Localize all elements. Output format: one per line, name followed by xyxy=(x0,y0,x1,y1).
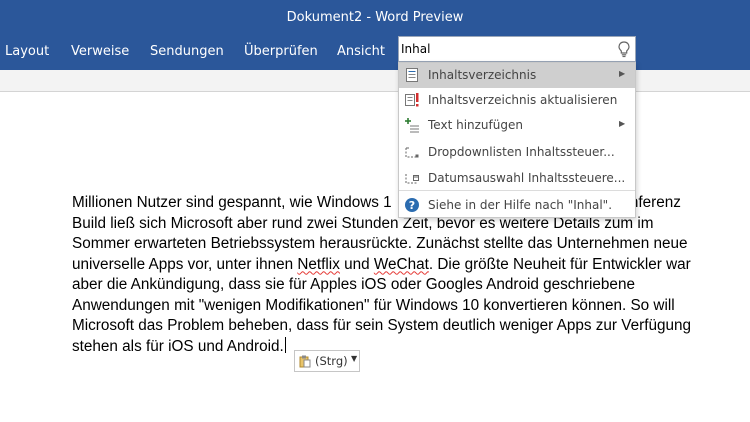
suggestion-menu: Inhaltsverzeichnis ▶ Inhaltsverzeichnis … xyxy=(398,62,636,218)
paste-options-button[interactable]: (Strg) ▼ xyxy=(294,350,360,372)
svg-text:?: ? xyxy=(409,199,415,212)
spelling-flag-wechat: WeChat xyxy=(373,255,429,273)
tab-layout[interactable]: Layout xyxy=(5,44,49,59)
table-of-contents-icon xyxy=(406,68,418,82)
dropdown-control-icon xyxy=(405,147,419,158)
text-line: stehen als für iOS und Android. xyxy=(72,336,286,355)
lightbulb-icon xyxy=(618,41,630,58)
paste-options-label: (Strg) xyxy=(315,354,348,368)
tab-ansicht[interactable]: Ansicht xyxy=(337,44,385,59)
text-line: Anwendungen mit "wenigen Modifikationen"… xyxy=(72,296,675,314)
tab-ueberpruefen[interactable]: Überprüfen xyxy=(244,44,318,59)
text-line: Microsoft das Problem beheben, dass für … xyxy=(72,317,692,334)
clipboard-icon xyxy=(299,355,311,368)
menu-separator xyxy=(399,190,635,191)
spelling-flag-netflix: Netflix xyxy=(297,255,340,273)
chevron-right-icon: ▶ xyxy=(619,69,626,78)
menu-item-update-toc[interactable]: Inhaltsverzeichnis aktualisieren xyxy=(399,88,635,113)
tell-me-search-box[interactable] xyxy=(398,36,636,62)
window-title: Dokument2 - Word Preview xyxy=(286,10,464,25)
add-text-icon xyxy=(405,118,419,133)
ribbon-body xyxy=(0,70,750,92)
help-icon: ? xyxy=(405,198,419,212)
menu-item-help-search[interactable]: ? Siehe in der Hilfe nach "Inhal". xyxy=(399,193,635,218)
menu-item-table-of-contents[interactable]: Inhaltsverzeichnis ▶ xyxy=(399,63,635,88)
chevron-down-icon: ▼ xyxy=(351,354,358,363)
menu-item-date-picker-content-control[interactable]: Datumsauswahl Inhaltssteuere... xyxy=(399,166,635,191)
text-line: universelle Apps vor, unter ihnen Netfli… xyxy=(72,255,691,273)
text-line: aber die Ankündigung, dass sie für Apple… xyxy=(72,276,635,293)
title-bar: Dokument2 - Word Preview xyxy=(0,0,750,36)
tell-me-input[interactable] xyxy=(401,40,611,58)
date-picker-control-icon xyxy=(405,174,419,184)
menu-item-add-text[interactable]: Text hinzufügen ▶ xyxy=(399,113,635,138)
chevron-right-icon: ▶ xyxy=(619,119,626,128)
text-line: Sommer erwarteten Betriebssystem herausr… xyxy=(72,235,688,252)
update-table-icon xyxy=(405,93,419,107)
ribbon-tabs: Layout Verweise Sendungen Überprüfen Ans… xyxy=(0,36,750,70)
tab-sendungen[interactable]: Sendungen xyxy=(150,44,224,59)
text-caret xyxy=(284,336,286,353)
menu-item-dropdown-content-control[interactable]: Dropdownlisten Inhaltssteuer... xyxy=(399,140,635,165)
tab-verweise[interactable]: Verweise xyxy=(71,44,129,59)
